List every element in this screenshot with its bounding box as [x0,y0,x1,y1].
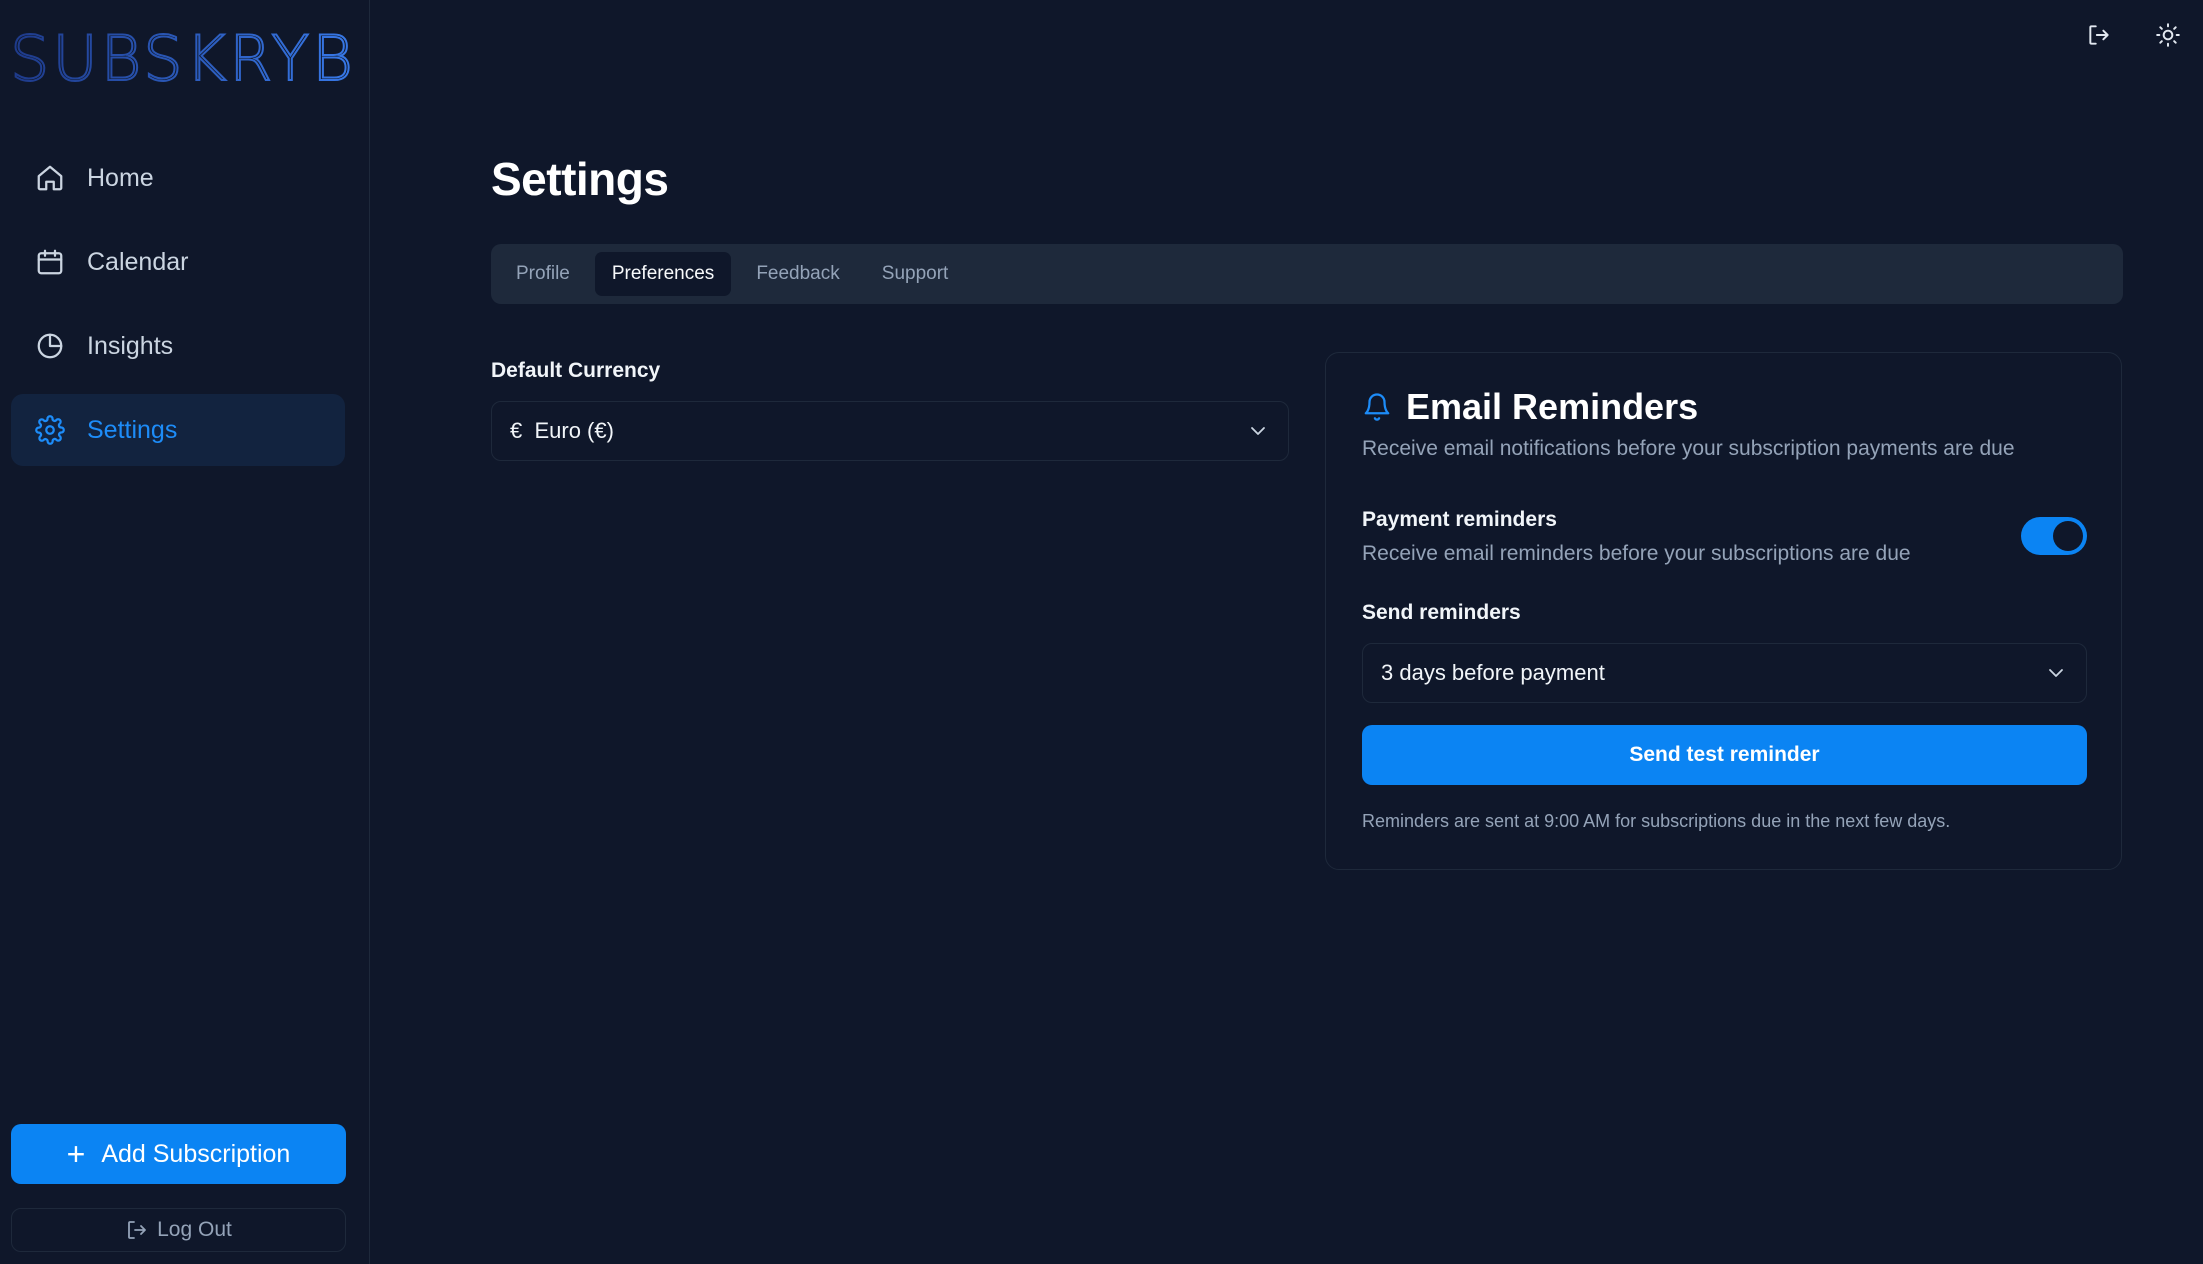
default-currency-label: Default Currency [491,359,661,382]
add-subscription-label: Add Subscription [101,1139,291,1168]
payment-reminders-toggle[interactable] [2021,517,2087,555]
logout-label: Log Out [157,1218,232,1241]
sun-icon [2156,23,2180,47]
email-reminders-card: Email Reminders Receive email notificati… [1325,352,2122,870]
app-root: SUBSKRYBD Home Calendar Insights [0,0,2203,1264]
home-icon [35,163,65,193]
logout-icon [125,1218,149,1242]
plus-icon: + [66,1136,86,1172]
send-reminders-label: Send reminders [1362,601,1521,624]
sidebar-item-home[interactable]: Home [11,142,345,214]
sidebar-item-label: Insights [87,331,174,360]
tab-preferences[interactable]: Preferences [594,252,732,296]
tab-support[interactable]: Support [865,252,966,296]
email-reminders-title: Email Reminders [1362,386,1698,428]
sidebar-nav: Home Calendar Insights Settings [11,142,345,478]
card-subtitle: Receive email notifications before your … [1362,437,2015,460]
toggle-knob [2053,521,2083,551]
gear-icon [35,415,65,445]
brand-logo-wordmark: SUBSKRYBD [9,21,405,96]
page-title: Settings [491,153,669,205]
sidebar-item-calendar[interactable]: Calendar [11,226,345,298]
logout-icon [2089,25,2109,45]
sidebar: SUBSKRYBD Home Calendar Insights [0,0,405,1264]
send-reminders-select[interactable]: 3 days before payment [1362,643,2087,703]
chevron-down-icon [1251,427,1265,435]
settings-tabs: Profile Preferences Feedback Support [491,244,2123,304]
tab-profile[interactable]: Profile [499,252,587,296]
add-subscription-button[interactable]: + Add Subscription [11,1124,346,1184]
tab-feedback[interactable]: Feedback [739,252,856,296]
currency-value: € Euro (€) [510,418,614,443]
currency-select[interactable]: € Euro (€) [491,401,1289,461]
calendar-icon [35,247,65,277]
send-reminders-value: 3 days before payment [1381,660,1605,685]
sidebar-item-settings[interactable]: Settings [11,394,345,466]
brand-logo[interactable]: SUBSKRYBD [9,21,405,96]
logout-button[interactable]: Log Out [11,1208,346,1252]
svg-text:SUBSKRYBD: SUBSKRYBD [10,26,350,90]
pie-chart-icon [35,331,65,361]
sidebar-item-insights[interactable]: Insights [11,310,345,382]
payment-reminders-label: Payment reminders [1362,508,1557,531]
card-title-text: Email Reminders [1406,386,1699,427]
header-logout-button[interactable] [2082,18,2116,52]
sidebar-item-label: Calendar [87,247,189,276]
send-test-reminder-button[interactable]: Send test reminder [1362,725,2087,785]
reminders-footnote: Reminders are sent at 9:00 AM for subscr… [1362,811,1951,831]
sidebar-item-label: Home [87,163,154,192]
chevron-down-icon [2049,669,2063,677]
payment-reminders-description: Receive email reminders before your subs… [1362,542,1911,565]
bell-icon [1362,392,1392,422]
theme-toggle-button[interactable] [2151,18,2185,52]
sidebar-item-label: Settings [87,415,178,444]
